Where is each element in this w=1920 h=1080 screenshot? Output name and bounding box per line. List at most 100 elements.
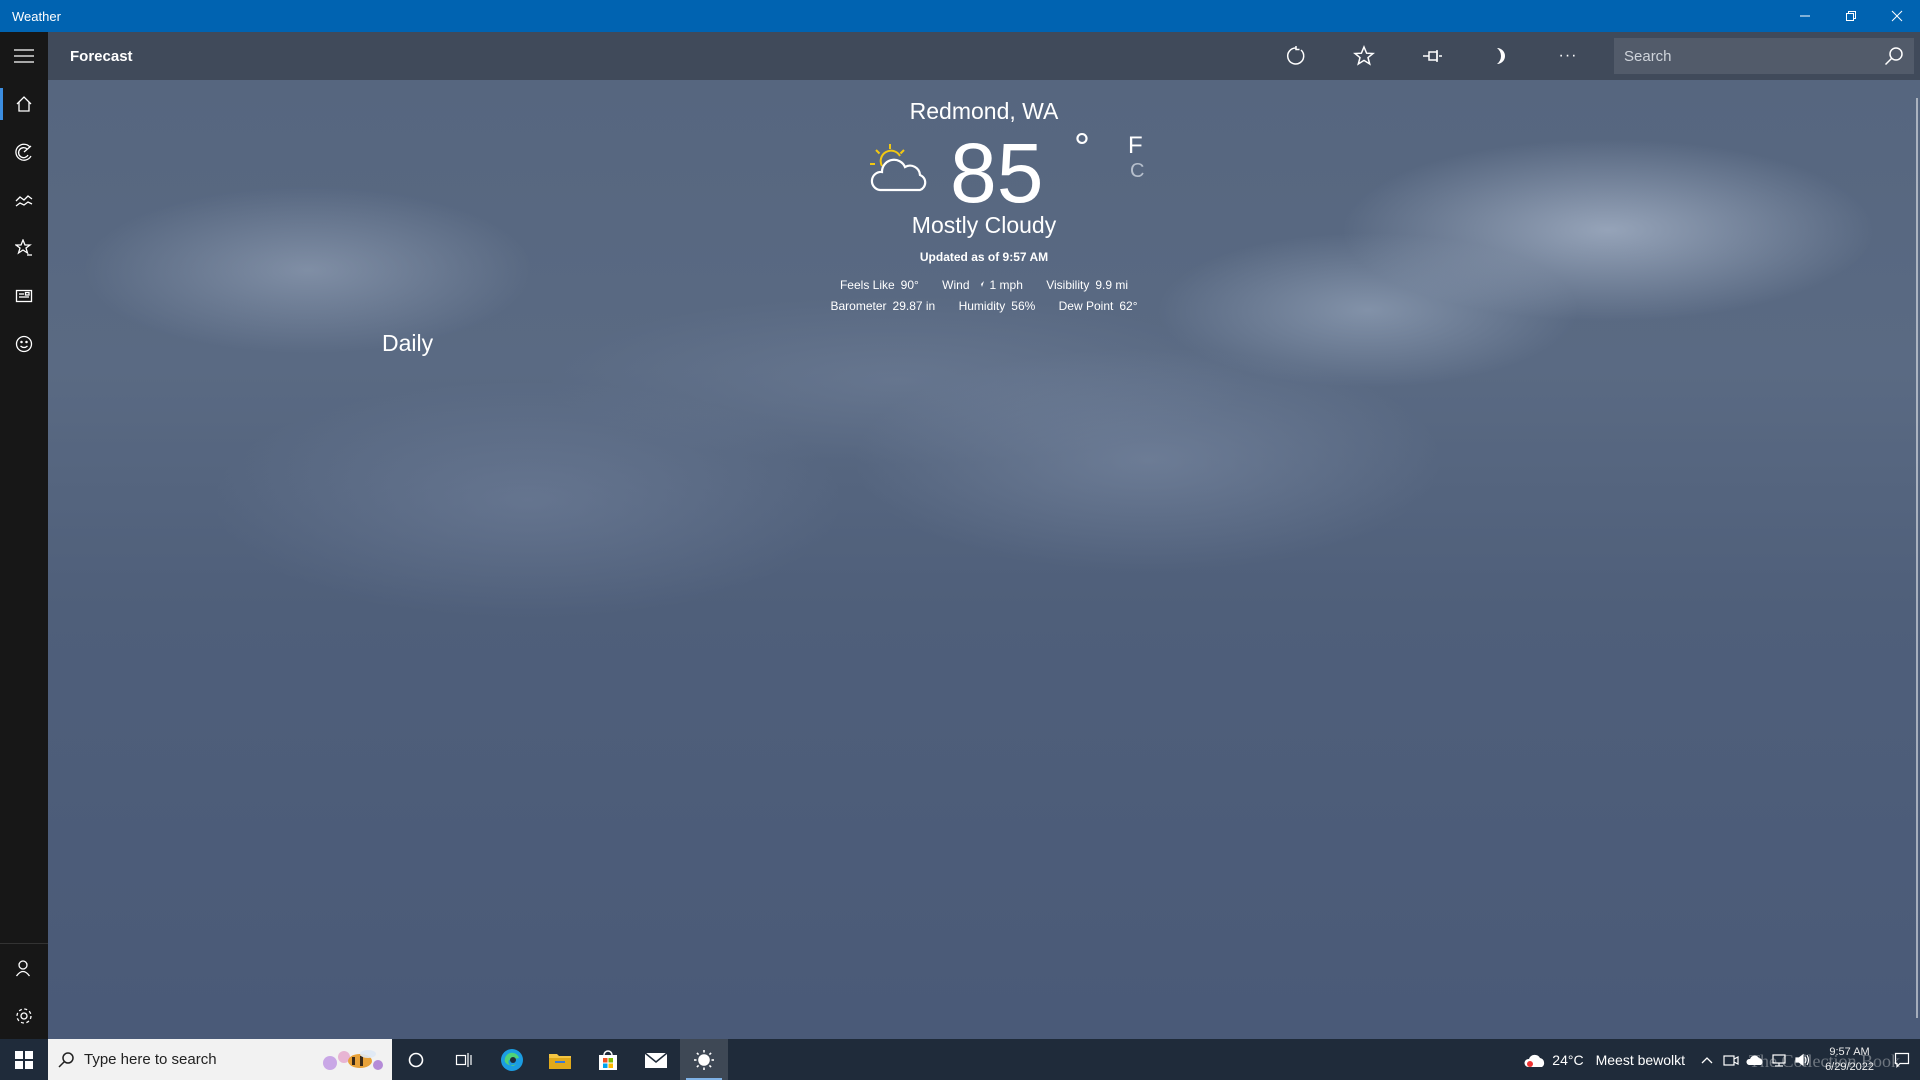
show-hidden-icons-button[interactable]	[1695, 1039, 1719, 1080]
nav-historical-weather[interactable]	[0, 176, 48, 224]
nav-news[interactable]	[0, 272, 48, 320]
feels-like-value: 90°	[900, 278, 919, 292]
search-box[interactable]	[1614, 38, 1914, 74]
barometer-value: 29.87 in	[892, 299, 936, 313]
person-icon	[15, 960, 31, 977]
nav-feedback[interactable]	[0, 320, 48, 368]
title-bar: Weather	[0, 0, 1920, 32]
nav-account[interactable]	[0, 944, 48, 992]
humidity-value: 56%	[1011, 299, 1036, 313]
moon-icon	[1497, 48, 1505, 64]
mail-taskbar-button[interactable]	[632, 1039, 680, 1080]
refresh-button[interactable]	[1262, 32, 1330, 80]
barometer: Barometer 29.87 in	[831, 299, 936, 313]
visibility-label: Visibility	[1046, 278, 1090, 292]
taskbar: Type here to search 24°C Meest bewolkt 9…	[0, 1039, 1920, 1080]
close-button[interactable]	[1874, 0, 1920, 32]
visibility-value: 9.9 mi	[1095, 278, 1129, 292]
hamburger-icon	[14, 49, 34, 63]
dew-point: Dew Point 62°	[1059, 299, 1138, 313]
cortana-button[interactable]	[392, 1039, 440, 1080]
wind: Wind 1 mph	[942, 278, 1023, 292]
search-icon[interactable]	[1884, 46, 1904, 66]
wind-direction-icon	[977, 281, 984, 287]
search-highlight-illustration	[323, 1050, 383, 1070]
home-icon	[16, 96, 32, 112]
sun-icon	[694, 1049, 714, 1070]
barometer-label: Barometer	[830, 299, 887, 313]
hamburger-menu-button[interactable]	[0, 32, 48, 80]
restore-icon	[1846, 11, 1856, 21]
taskbar-weather-temp: 24°C	[1552, 1051, 1584, 1068]
mail-icon	[644, 1051, 668, 1068]
minimize-icon	[1800, 15, 1810, 17]
feels-like: Feels Like 90°	[840, 278, 919, 292]
taskbar-search-box[interactable]: Type here to search	[48, 1039, 392, 1080]
watermark-text: The Collection Book	[1749, 1051, 1900, 1071]
visibility: Visibility 9.9 mi	[1046, 278, 1128, 292]
nav-maps[interactable]	[0, 128, 48, 176]
add-favorite-button[interactable]	[1330, 32, 1398, 80]
more-icon: ···	[1558, 47, 1578, 64]
restore-button[interactable]	[1828, 0, 1874, 32]
gear-icon	[16, 1008, 32, 1024]
nav-settings[interactable]	[0, 992, 48, 1040]
nav-favorites[interactable]	[0, 224, 48, 272]
weather-taskbar-button[interactable]	[680, 1039, 728, 1080]
camera-icon	[1723, 1054, 1739, 1066]
navigation-rail	[0, 32, 48, 1039]
search-input[interactable]	[1624, 47, 1884, 65]
store-taskbar-button[interactable]	[584, 1039, 632, 1080]
humidity: Humidity 56%	[959, 299, 1036, 313]
wind-value: 1 mph	[989, 278, 1023, 292]
updated-time: Updated as of 9:57 AM	[919, 250, 1049, 264]
smiley-icon	[15, 335, 33, 353]
unit-fahrenheit-toggle[interactable]: F	[1128, 132, 1143, 160]
temperature-block: 85 ° F C	[868, 126, 1168, 222]
partly-cloudy-icon	[870, 144, 927, 192]
news-and-interests-widget[interactable]: 24°C Meest bewolkt	[1524, 1051, 1685, 1069]
meet-now-tray-icon[interactable]	[1719, 1039, 1743, 1080]
star-list-icon	[15, 239, 32, 256]
chevron-up-icon	[1701, 1056, 1713, 1063]
unit-celsius-toggle[interactable]: C	[1130, 160, 1144, 183]
vertical-scrollbar[interactable]	[1916, 98, 1918, 1018]
dark-mode-button[interactable]	[1466, 32, 1534, 80]
pin-button[interactable]	[1398, 32, 1466, 80]
condition-text: Mostly Cloudy	[911, 212, 1057, 238]
degree-symbol: °	[1074, 126, 1090, 170]
taskbar-search-placeholder: Type here to search	[84, 1051, 217, 1068]
chart-icon	[15, 195, 33, 207]
radar-icon	[15, 143, 32, 161]
star-icon	[1353, 45, 1375, 66]
minimize-button[interactable]	[1782, 0, 1828, 32]
daily-section-heading: Daily	[382, 330, 434, 356]
cloudy-weather-icon	[1524, 1054, 1545, 1067]
edge-icon	[501, 1048, 523, 1071]
window-title: Weather	[12, 8, 61, 24]
feels-like-label: Feels Like	[839, 278, 895, 292]
cortana-icon	[408, 1052, 424, 1067]
more-options-button[interactable]: ···	[1534, 32, 1602, 80]
store-icon	[599, 1049, 617, 1070]
start-button[interactable]	[0, 1039, 48, 1080]
app-header: Forecast ···	[48, 32, 1920, 80]
metrics-row-2: Barometer 29.87 in Humidity 56% Dew Point 6…	[48, 299, 1920, 313]
forecast-panel: Redmond, WA 85 ° F C Mostly Cloudy Updat…	[48, 80, 1920, 1039]
nav-forecast[interactable]	[0, 80, 48, 128]
pin-icon	[1423, 50, 1442, 62]
task-view-button[interactable]	[440, 1039, 488, 1080]
metrics-row-1: Feels Like 90° Wind 1 mph Visibility 9.9 mi	[48, 278, 1920, 292]
dew-point-value: 62°	[1119, 299, 1138, 313]
file-explorer-taskbar-button[interactable]	[536, 1039, 584, 1080]
wind-label: Wind	[942, 278, 970, 292]
news-icon	[15, 289, 33, 303]
edge-taskbar-button[interactable]	[488, 1039, 536, 1080]
refresh-icon	[1287, 46, 1305, 65]
close-icon	[1891, 10, 1903, 22]
humidity-label: Humidity	[958, 299, 1006, 313]
current-temperature: 85	[950, 126, 1044, 220]
location-name: Redmond, WA	[909, 98, 1059, 124]
page-title: Forecast	[70, 47, 133, 65]
search-icon	[58, 1051, 74, 1068]
